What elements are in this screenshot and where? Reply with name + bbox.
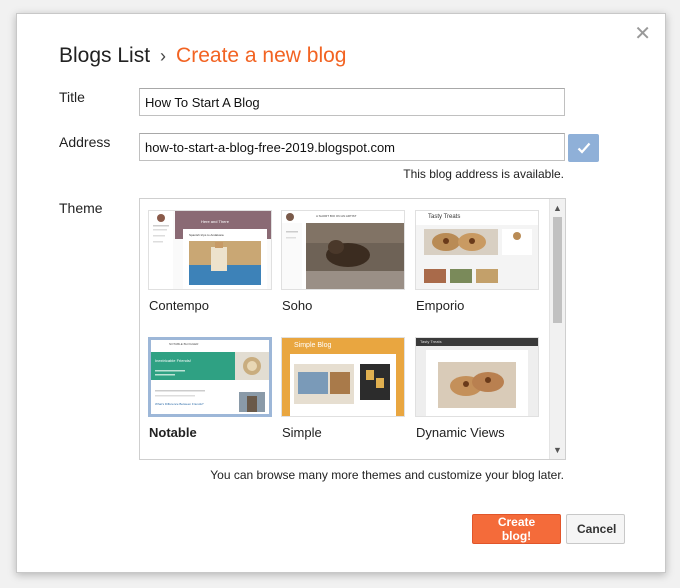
contempo-post-text: Spanish trips to Andalusia bbox=[189, 233, 224, 237]
theme-notable[interactable]: NOTABLE BLOGGER Inextricable Friends! Wh… bbox=[148, 337, 272, 440]
dynamic-views-brand-text: Tasty Treats bbox=[420, 339, 442, 344]
theme-name-dynamic-views: Dynamic Views bbox=[416, 425, 505, 440]
address-label: Address bbox=[59, 134, 111, 150]
title-label: Title bbox=[59, 89, 85, 105]
create-blog-button[interactable]: Create blog! bbox=[472, 514, 561, 544]
theme-dynamic-views[interactable]: Tasty Treats Dynamic Views bbox=[415, 337, 539, 440]
address-check-button[interactable] bbox=[568, 134, 599, 162]
scroll-down-icon[interactable]: ▼ bbox=[550, 443, 565, 457]
theme-name-notable: Notable bbox=[149, 425, 197, 440]
breadcrumb: Blogs List › Create a new blog bbox=[59, 44, 347, 68]
theme-name-emporio: Emporio bbox=[416, 298, 465, 313]
theme-name-simple: Simple bbox=[282, 425, 322, 440]
scroll-thumb[interactable] bbox=[553, 217, 562, 323]
theme-emporio[interactable]: Tasty Treats Emporio bbox=[415, 210, 539, 313]
emporio-brand-text: Tasty Treats bbox=[428, 214, 461, 220]
theme-thumbnail-notable: NOTABLE BLOGGER Inextricable Friends! Wh… bbox=[148, 337, 272, 417]
theme-thumbnail-dynamic-views: Tasty Treats bbox=[415, 337, 539, 417]
theme-picker: Here and There Spanish trips to Andalusi… bbox=[139, 198, 566, 460]
theme-name-contempo: Contempo bbox=[149, 298, 209, 313]
cancel-button[interactable]: Cancel bbox=[566, 514, 625, 544]
theme-simple[interactable]: Simple Blog Simple bbox=[281, 337, 405, 440]
soho-preview-image bbox=[282, 211, 404, 289]
soho-header-text: A SHORT BIO ON AN ARTIST bbox=[316, 214, 357, 218]
theme-label: Theme bbox=[59, 200, 103, 216]
notable-brand-text: NOTABLE BLOGGER bbox=[169, 342, 199, 346]
theme-scrollbar[interactable]: ▲ ▼ bbox=[549, 199, 565, 459]
emporio-preview-image bbox=[416, 211, 538, 289]
dynamic-views-preview-image bbox=[416, 338, 538, 416]
theme-thumbnail-contempo: Here and There Spanish trips to Andalusi… bbox=[148, 210, 272, 290]
breadcrumb-separator: › bbox=[160, 46, 167, 66]
create-blog-dialog: ✕ Blogs List › Create a new blog Title Add… bbox=[16, 13, 666, 573]
notable-post-text: What's Difference Between Friends? bbox=[155, 402, 204, 406]
theme-thumbnail-simple: Simple Blog bbox=[281, 337, 405, 417]
theme-contempo[interactable]: Here and There Spanish trips to Andalusi… bbox=[148, 210, 272, 313]
address-input[interactable] bbox=[139, 133, 565, 161]
theme-thumbnail-soho: A SHORT BIO ON AN ARTIST bbox=[281, 210, 405, 290]
page-title: Create a new blog bbox=[176, 44, 347, 67]
availability-message: This blog address is available. bbox=[403, 167, 564, 181]
contempo-hero-text: Here and There bbox=[201, 219, 229, 224]
scroll-up-icon[interactable]: ▲ bbox=[550, 201, 565, 215]
theme-name-soho: Soho bbox=[282, 298, 313, 313]
simple-preview-image bbox=[282, 338, 404, 416]
checkmark-icon bbox=[577, 142, 590, 154]
theme-thumbnail-emporio: Tasty Treats bbox=[415, 210, 539, 290]
title-input[interactable] bbox=[139, 88, 565, 116]
simple-title-text: Simple Blog bbox=[294, 342, 332, 349]
notable-hero-text: Inextricable Friends! bbox=[155, 358, 192, 363]
close-icon[interactable]: ✕ bbox=[634, 24, 651, 44]
breadcrumb-blogs-list[interactable]: Blogs List bbox=[59, 44, 150, 67]
browse-themes-hint: You can browse many more themes and cust… bbox=[210, 468, 564, 482]
theme-soho[interactable]: A SHORT BIO ON AN ARTIST Soho bbox=[281, 210, 405, 313]
